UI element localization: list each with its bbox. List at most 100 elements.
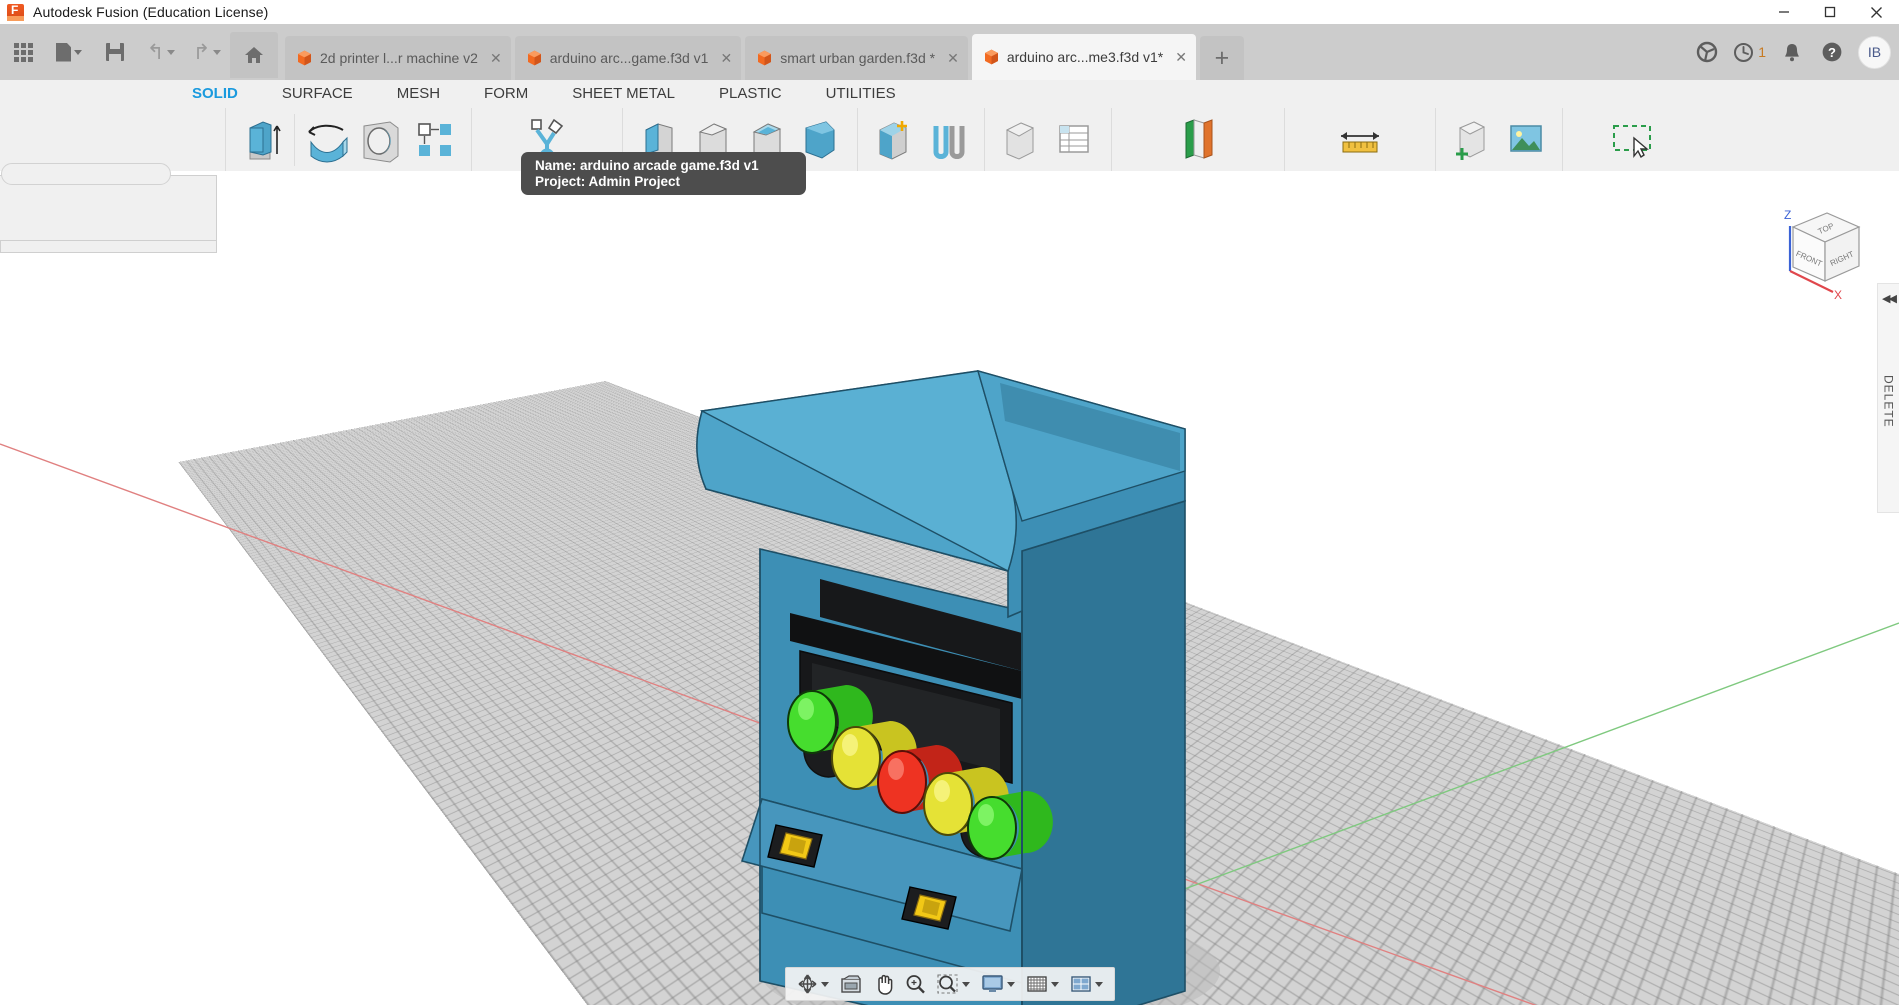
- window-controls: [1761, 0, 1899, 24]
- arcade-cabinet-model[interactable]: [0, 171, 1899, 1005]
- viewport-canvas[interactable]: TOP FRONT RIGHT Z X ◀◀ DELETE: [0, 171, 1899, 1005]
- view-cube[interactable]: TOP FRONT RIGHT Z X: [1755, 189, 1875, 309]
- app-grid-button[interactable]: [0, 24, 46, 80]
- notifications-button[interactable]: [1772, 24, 1812, 80]
- help-button[interactable]: ?: [1812, 24, 1852, 80]
- cube-icon: [757, 50, 772, 66]
- document-tab-close-icon[interactable]: ✕: [490, 51, 502, 65]
- configuration-icon: [1005, 122, 1034, 160]
- save-button[interactable]: [92, 24, 138, 80]
- chevron-down-icon: [1050, 981, 1059, 987]
- joint-icon: [933, 126, 964, 159]
- display-settings-button[interactable]: [976, 969, 1020, 999]
- tool-configuration-table[interactable]: [1049, 111, 1101, 169]
- tool-measure[interactable]: [1334, 111, 1386, 169]
- zoom-window-icon: [936, 973, 958, 994]
- tool-insert-derive[interactable]: [1446, 111, 1498, 169]
- job-status-button[interactable]: 1: [1727, 24, 1772, 80]
- application-toolbar: ↰ ↱ 2d printer l...r machine v2 ✕ arduino …: [0, 24, 1899, 80]
- orbit-button[interactable]: [792, 969, 834, 999]
- zoom-magnifier-icon: [906, 974, 925, 993]
- home-tab-button[interactable]: [230, 32, 278, 78]
- tool-joint[interactable]: [922, 111, 974, 169]
- tool-pattern[interactable]: [409, 111, 461, 169]
- title-bar: Autodesk Fusion (Education License): [0, 0, 1899, 24]
- browser-flyout-overlay: [0, 163, 217, 241]
- double-chevron-left-icon[interactable]: ◀◀: [1882, 292, 1897, 305]
- viewcube-axis-z: Z: [1784, 208, 1791, 222]
- minimize-button[interactable]: [1761, 0, 1807, 24]
- tool-configuration[interactable]: [995, 111, 1047, 169]
- fusion-app-window: Autodesk Fusion (Education License): [0, 0, 1899, 1005]
- fusion-logo-icon: [7, 3, 24, 21]
- selection-filter-icon: [1612, 125, 1651, 159]
- tool-insert-image[interactable]: [1500, 111, 1552, 169]
- flyout-rounded-field[interactable]: [1, 163, 171, 185]
- ribbon-tab-mesh[interactable]: MESH: [375, 80, 462, 108]
- svg-text:?: ?: [1828, 45, 1836, 60]
- cube-icon: [984, 49, 999, 65]
- zoom-window-button[interactable]: [932, 969, 975, 999]
- tool-selection-filter[interactable]: [1607, 111, 1659, 169]
- document-tab-close-icon[interactable]: ✕: [947, 51, 959, 65]
- extensions-button[interactable]: [1687, 24, 1727, 80]
- viewcube-axis-x: X: [1834, 288, 1842, 302]
- document-tab-label: 2d printer l...r machine v2: [320, 50, 478, 66]
- sweep-icon: [363, 121, 399, 163]
- new-document-button[interactable]: [46, 24, 92, 80]
- ribbon-tab-plastic[interactable]: PLASTIC: [697, 80, 804, 108]
- tool-extrude[interactable]: [236, 111, 288, 169]
- right-panel-label: DELETE: [1881, 375, 1896, 428]
- grid-snaps-button[interactable]: [1021, 969, 1064, 999]
- right-panel-rail[interactable]: ◀◀ DELETE: [1877, 283, 1899, 513]
- new-tab-button[interactable]: +: [1199, 36, 1244, 80]
- tool-revolve[interactable]: [301, 111, 353, 169]
- look-at-icon: [840, 975, 861, 993]
- document-tab-0[interactable]: 2d printer l...r machine v2 ✕: [285, 36, 511, 80]
- tool-new-component[interactable]: [868, 111, 920, 169]
- undo-arrow-icon: ↰: [146, 40, 165, 64]
- ribbon-tab-strip: SOLID SURFACE MESH FORM SHEET METAL PLASTIC UT…: [0, 80, 1899, 108]
- viewports-icon: [1070, 976, 1091, 992]
- document-tab-strip: 2d printer l...r machine v2 ✕ arduino arc.…: [285, 30, 1244, 80]
- configuration-table-icon: [1058, 125, 1089, 153]
- document-tab-1[interactable]: arduino arc...game.f3d v1 ✕: [514, 36, 742, 80]
- pan-button[interactable]: [868, 969, 899, 999]
- ribbon-tab-surface[interactable]: SURFACE: [260, 80, 375, 108]
- document-tab-tooltip: Name: arduino arcade game.f3d v1 Project…: [521, 152, 806, 195]
- bell-icon: [1785, 43, 1799, 61]
- measure-icon: [1341, 132, 1380, 153]
- ribbon-tab-form[interactable]: FORM: [462, 80, 550, 108]
- tooltip-line-name: Name: arduino arcade game.f3d v1: [535, 158, 759, 173]
- browser-flyout-overlay-bottom: [0, 241, 217, 253]
- toolbar-right-icons: 1 ? IB: [1687, 24, 1891, 80]
- chevron-down-icon: [961, 981, 970, 987]
- document-tab-label: arduino arc...game.f3d v1: [549, 50, 709, 66]
- redo-button[interactable]: ↱: [184, 24, 230, 80]
- ribbon-tab-solid[interactable]: SOLID: [170, 80, 260, 108]
- document-tab-close-icon[interactable]: ✕: [1175, 50, 1187, 64]
- document-tab-label: smart urban garden.f3d *: [780, 50, 936, 66]
- undo-button[interactable]: ↰: [138, 24, 184, 80]
- user-avatar[interactable]: IB: [1858, 35, 1891, 69]
- ribbon-tab-sheet-metal[interactable]: SHEET METAL: [550, 80, 697, 108]
- grid-snap-icon: [1026, 976, 1047, 992]
- ribbon-tab-utilities[interactable]: UTILITIES: [804, 80, 918, 108]
- insert-image-icon: [1510, 125, 1542, 152]
- quick-access-toolbar: ↰ ↱: [0, 24, 278, 80]
- chevron-down-icon: [1094, 981, 1103, 987]
- close-button[interactable]: [1853, 0, 1899, 24]
- cube-icon: [297, 50, 312, 66]
- tool-offset-plane[interactable]: [1172, 111, 1224, 169]
- clock-icon: [1734, 42, 1754, 62]
- tool-sweep[interactable]: [355, 111, 407, 169]
- extension-circle-icon: [1697, 41, 1718, 63]
- viewports-button[interactable]: [1065, 969, 1108, 999]
- maximize-button[interactable]: [1807, 0, 1853, 24]
- document-tab-3[interactable]: arduino arc...me3.f3d v1* ✕: [971, 34, 1196, 80]
- zoom-button[interactable]: [900, 969, 931, 999]
- look-at-button[interactable]: [835, 969, 867, 999]
- document-tab-2[interactable]: smart urban garden.f3d * ✕: [745, 36, 968, 80]
- insert-derive-icon: [1456, 121, 1486, 160]
- document-tab-close-icon[interactable]: ✕: [720, 51, 732, 65]
